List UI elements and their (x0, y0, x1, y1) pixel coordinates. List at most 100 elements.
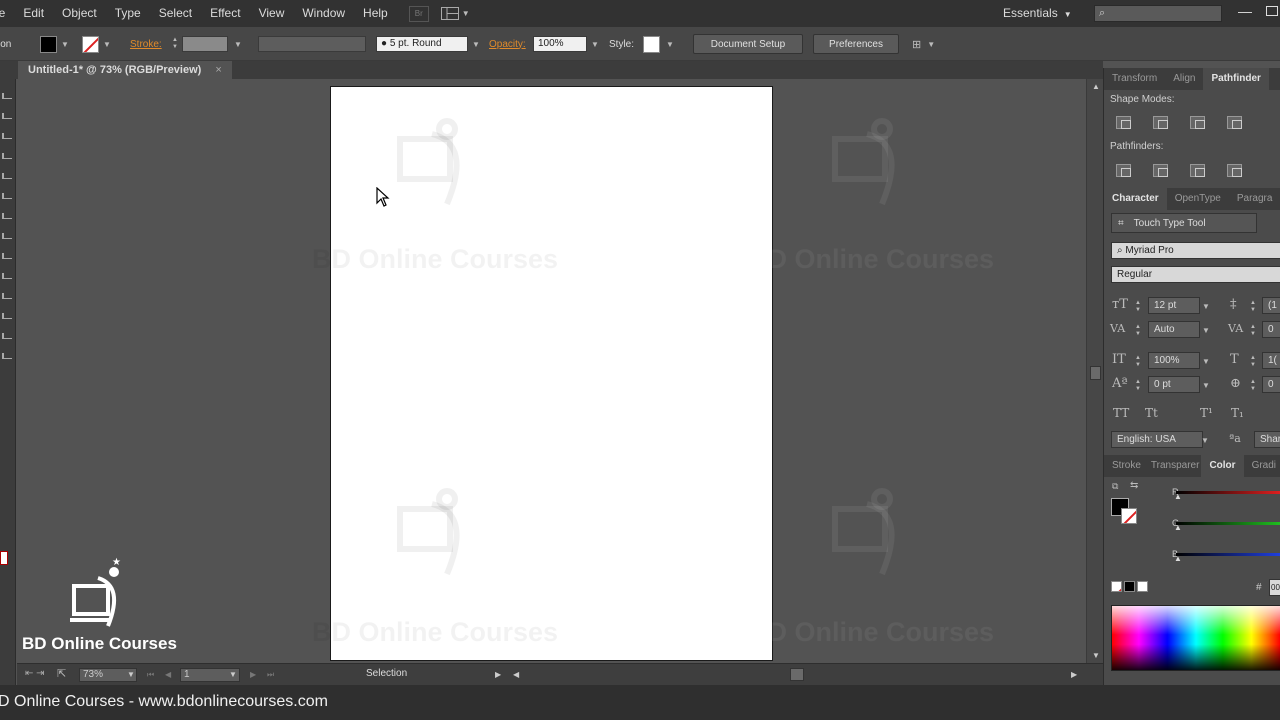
arrange-panel-control[interactable]: ⊞ ▼ (912, 27, 935, 61)
chevron-down-icon[interactable]: ▼ (127, 670, 135, 679)
preferences-button[interactable]: Preferences (813, 34, 899, 54)
menu-window[interactable]: Window (293, 0, 354, 27)
tab-character[interactable]: Character (1104, 188, 1167, 210)
stepper-icon[interactable]: ▲ ▼ (1135, 300, 1141, 314)
share-icon[interactable]: ⇱ (57, 667, 66, 680)
fill-color-control[interactable]: ▼ (40, 27, 69, 61)
chevron-down-icon[interactable]: ▼ (1202, 357, 1210, 366)
stroke-swatch[interactable] (82, 35, 99, 53)
menu-effect[interactable]: Effect (201, 0, 249, 27)
kerning-field[interactable]: Auto (1148, 321, 1200, 338)
menu-edit[interactable]: Edit (14, 0, 53, 27)
chevron-down-icon[interactable]: ▼ (1202, 302, 1210, 311)
hand-tool-icon[interactable] (2, 353, 12, 359)
crop-icon[interactable] (1227, 164, 1242, 177)
chevron-down-icon[interactable]: ▼ (229, 670, 237, 679)
opacity-link[interactable]: Opacity: (489, 39, 526, 50)
tab-align[interactable]: Align (1165, 68, 1203, 90)
none-swatch[interactable] (1111, 581, 1122, 592)
touch-type-tool-button[interactable]: ⌗ Touch Type Tool (1111, 213, 1257, 233)
chevron-down-icon[interactable]: ▼ (1202, 381, 1210, 390)
language-field[interactable]: English: USA (1111, 431, 1203, 448)
opacity-control[interactable]: 100% ▼ (533, 27, 599, 61)
arrange-documents-button[interactable]: ▼ (440, 5, 473, 23)
canvas-area[interactable]: BD Online Courses BD Online Courses BD O… (17, 79, 1086, 663)
chevron-down-icon[interactable]: ▼ (234, 40, 242, 49)
horizontal-scroll-thumb[interactable] (790, 668, 804, 681)
chevron-down-icon[interactable]: ▼ (666, 40, 674, 49)
stroke-weight-control[interactable]: ▲ ▼ ▼ (172, 27, 242, 61)
tab-gradient[interactable]: Gradi (1244, 455, 1280, 477)
document-setup-button[interactable]: Document Setup (693, 34, 803, 54)
baseline-shift-field[interactable]: 0 pt (1148, 376, 1200, 393)
fill-swatch[interactable] (40, 35, 57, 53)
chevron-down-icon[interactable]: ▼ (1201, 436, 1209, 445)
green-slider-handle[interactable]: ▲ (1174, 523, 1182, 532)
scroll-down-icon[interactable]: ▼ (1092, 651, 1100, 660)
stepper-icon[interactable]: ▲ ▼ (1250, 355, 1256, 369)
align-icon[interactable]: ⊞ (912, 38, 921, 51)
opacity-field[interactable]: 100% (533, 36, 587, 52)
trim-icon[interactable] (1153, 164, 1168, 177)
tab-color[interactable]: Color (1201, 455, 1244, 477)
tab-stroke[interactable]: Stroke (1104, 455, 1149, 477)
default-colors-icon[interactable]: ⧉ (1112, 481, 1118, 492)
scroll-up-icon[interactable]: ▲ (1092, 82, 1100, 91)
style-control[interactable]: ▼ (643, 27, 674, 61)
paintbrush-tool-icon[interactable] (2, 233, 12, 239)
scroll-left-icon[interactable]: ◀ (513, 670, 519, 679)
stepper-icon[interactable]: ▲ ▼ (1250, 379, 1256, 393)
width-tool-icon[interactable] (2, 313, 12, 319)
font-family-field[interactable]: ⌕ Myriad Pro (1111, 242, 1280, 259)
stepper-icon[interactable]: ▲ ▼ (1135, 379, 1141, 393)
font-style-field[interactable]: Regular (1111, 266, 1280, 283)
vertical-scale-field[interactable]: 100% (1148, 352, 1200, 369)
tab-pathfinder[interactable]: Pathfinder (1203, 68, 1269, 90)
menu-file[interactable]: le (0, 0, 14, 27)
horizontal-scale-field[interactable]: 1( (1262, 352, 1280, 369)
eyedropper-tool-icon[interactable] (2, 333, 12, 339)
variable-width-field[interactable] (258, 36, 366, 52)
current-tool-label[interactable]: Selection (366, 668, 407, 679)
tab-opentype[interactable]: OpenType (1167, 188, 1229, 210)
menu-select[interactable]: Select (150, 0, 201, 27)
unite-icon[interactable] (1116, 116, 1131, 129)
blue-slider-handle[interactable]: ▲ (1174, 554, 1182, 563)
menu-view[interactable]: View (250, 0, 294, 27)
stroke-color-control[interactable]: ▼ (82, 27, 111, 61)
tracking-field[interactable]: 0 (1262, 321, 1280, 338)
color-spectrum[interactable] (1111, 605, 1280, 671)
menu-type[interactable]: Type (106, 0, 150, 27)
red-slider-handle[interactable]: ▲ (1174, 492, 1182, 501)
hex-field[interactable]: 00 (1269, 579, 1280, 596)
status-menu-icon[interactable]: ▶ (495, 670, 501, 679)
white-swatch[interactable] (1137, 581, 1148, 592)
chevron-down-icon[interactable]: ▼ (591, 40, 599, 49)
superscript-icon[interactable]: T¹ (1200, 406, 1213, 420)
chevron-down-icon[interactable]: ▼ (1202, 326, 1210, 335)
first-artboard-icon[interactable]: ⏮ (147, 670, 154, 680)
close-icon[interactable]: × (215, 61, 221, 79)
variable-width-control[interactable] (258, 27, 366, 61)
artboard-navigation-icon[interactable]: ⇤ ⇥ (25, 668, 45, 679)
leading-field[interactable]: (1 (1262, 297, 1280, 314)
previous-artboard-icon[interactable]: ◀ (165, 670, 171, 679)
red-slider[interactable] (1176, 491, 1280, 494)
stepper-icon[interactable]: ▲ ▼ (1250, 300, 1256, 314)
stroke-label[interactable]: Stroke: (130, 27, 162, 61)
opacity-label[interactable]: Opacity: (489, 27, 526, 61)
tab-transparency[interactable]: Transparer (1149, 455, 1202, 477)
brush-control[interactable]: ● 5 pt. Round ▼ (376, 27, 480, 61)
character-rotation-field[interactable]: 0 (1262, 376, 1280, 393)
stroke-weight-field[interactable] (181, 36, 228, 52)
vertical-scrollbar[interactable]: ▲ ▼ (1086, 79, 1103, 663)
small-caps-icon[interactable]: Tt (1145, 406, 1158, 420)
scale-tool-icon[interactable] (2, 293, 12, 299)
tab-transform[interactable]: Transform (1104, 68, 1165, 90)
scroll-right-icon[interactable]: ▶ (1071, 670, 1077, 679)
workspace-switcher[interactable]: Essentials ▼ (1003, 0, 1072, 28)
fill-stroke-icon[interactable] (0, 551, 8, 565)
tab-paragraph[interactable]: Paragra (1229, 188, 1280, 210)
stroke-color-swatch[interactable] (1121, 508, 1137, 524)
stepper-icon[interactable]: ▲ ▼ (1250, 324, 1256, 338)
